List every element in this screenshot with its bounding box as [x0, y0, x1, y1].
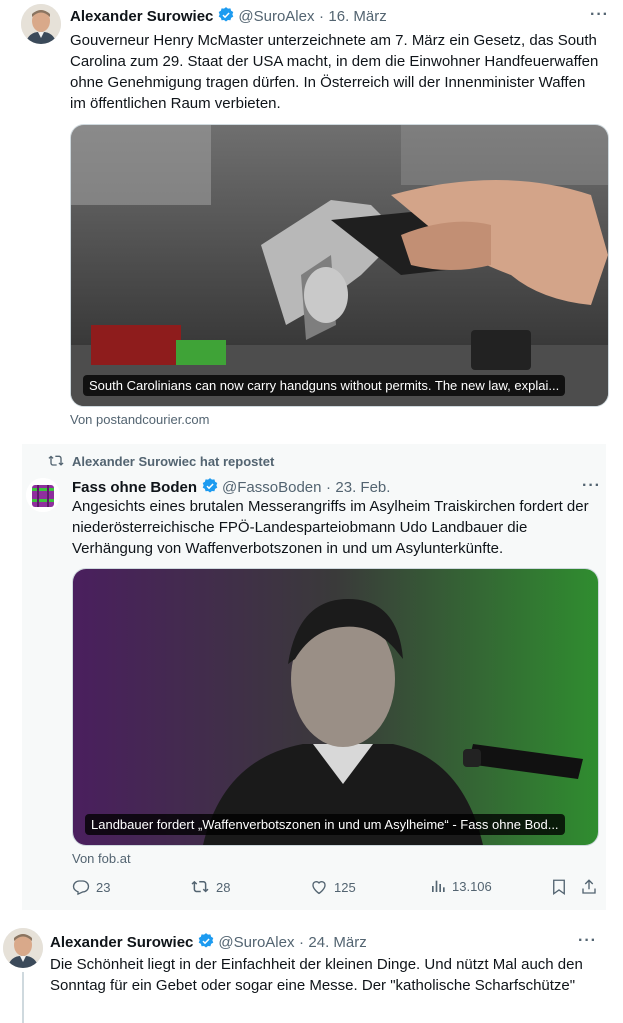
repost-icon: [191, 880, 209, 893]
more-options-icon[interactable]: ···: [578, 932, 597, 950]
repost-count: 28: [216, 879, 231, 895]
author-avatar[interactable]: [21, 4, 61, 44]
verified-badge-icon: [197, 932, 215, 955]
reply-count: 23: [96, 879, 111, 895]
date-separator: ·: [325, 479, 331, 496]
share-button[interactable]: [580, 878, 598, 901]
repost-link-card-caption[interactable]: Landbauer fordert „Waffenverbotszonen in…: [85, 814, 565, 835]
repost-card[interactable]: Alexander Surowiec hat repostet Fass ohn…: [22, 444, 606, 910]
like-count: 125: [334, 879, 356, 895]
thread-line: [22, 972, 24, 1023]
link-card-caption[interactable]: South Carolinians can now carry handguns…: [83, 375, 566, 396]
reply-icon: [72, 880, 90, 896]
avatar-portrait-icon: [3, 928, 43, 968]
views-button[interactable]: 13.106: [430, 878, 492, 894]
link-card-source[interactable]: Von postandcourier.com: [70, 412, 209, 427]
repost-link-card-source[interactable]: Von fob.at: [72, 851, 131, 866]
tweet-1-header: Alexander Surowiec @SuroAlex · 16. März: [70, 6, 387, 29]
repost-indicator: Alexander Surowiec hat repostet: [48, 453, 274, 469]
tweet-2[interactable]: Alexander Surowiec @SuroAlex · 24. März ·…: [0, 918, 623, 1023]
repost-date[interactable]: 23. Feb.: [335, 479, 390, 496]
more-options-icon[interactable]: ···: [590, 6, 609, 24]
repost-author-handle[interactable]: @FassoBoden: [222, 479, 321, 496]
author-name[interactable]: Alexander Surowiec: [70, 8, 213, 25]
tweet-2-header: Alexander Surowiec @SuroAlex · 24. März: [50, 932, 367, 955]
link-card-image[interactable]: South Carolinians can now carry handguns…: [70, 124, 609, 407]
repost-author-name[interactable]: Fass ohne Boden: [72, 479, 197, 496]
revolver-photo: [71, 125, 608, 406]
date-separator: ·: [298, 934, 304, 951]
like-button[interactable]: 125: [310, 878, 356, 896]
tweet-text: Gouverneur Henry McMaster unterzeichnete…: [70, 32, 599, 112]
barrel-logo-icon: [26, 478, 60, 512]
repost-link-card-image[interactable]: Landbauer fordert „Waffenverbotszonen in…: [72, 568, 599, 846]
tweet-1[interactable]: Alexander Surowiec @SuroAlex · 16. März ·…: [0, 0, 623, 440]
date-separator: ·: [318, 8, 324, 25]
views-count: 13.106: [452, 878, 492, 894]
repost-text: Angesichts eines brutalen Messerangriffs…: [72, 498, 589, 557]
tweet-date[interactable]: 16. März: [328, 8, 386, 25]
bookmark-icon: [553, 879, 565, 896]
share-icon: [582, 879, 596, 894]
tweet-date[interactable]: 24. März: [308, 934, 366, 951]
author-name[interactable]: Alexander Surowiec: [50, 934, 193, 951]
heart-icon: [312, 881, 326, 895]
bookmark-button[interactable]: [550, 878, 568, 901]
verified-badge-icon: [217, 6, 235, 29]
repost-button[interactable]: 28: [190, 878, 230, 896]
tweet-text: Die Schönheit liegt in der Einfachheit d…: [50, 956, 583, 994]
portrait-photo: [73, 569, 598, 845]
author-handle[interactable]: @SuroAlex: [218, 934, 294, 951]
views-icon: [432, 880, 445, 892]
repost-author-avatar[interactable]: [26, 478, 60, 512]
repost-icon: [48, 455, 64, 466]
repost-label[interactable]: Alexander Surowiec hat repostet: [72, 454, 274, 469]
more-options-icon[interactable]: ···: [582, 477, 601, 495]
author-avatar[interactable]: [3, 928, 43, 968]
avatar-portrait-icon: [21, 4, 61, 44]
reply-button[interactable]: 23: [72, 878, 110, 896]
author-handle[interactable]: @SuroAlex: [238, 8, 314, 25]
